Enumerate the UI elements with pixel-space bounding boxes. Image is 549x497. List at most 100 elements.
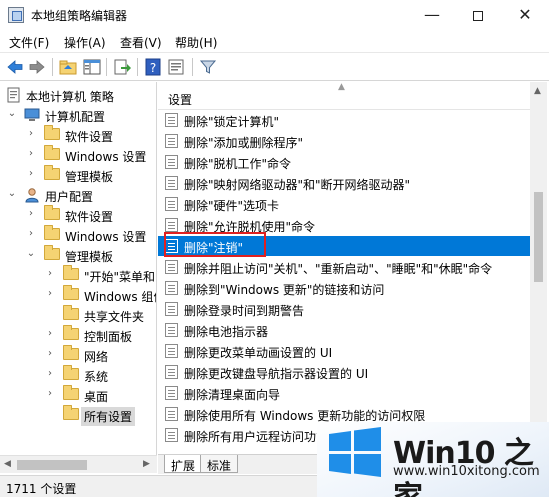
scroll-left-icon[interactable]: ◀ — [4, 459, 11, 469]
policy-row[interactable]: 删除清理桌面向导 — [158, 383, 530, 403]
policy-row[interactable]: 删除"注销" — [158, 236, 530, 256]
chevron-right-icon[interactable]: › — [45, 269, 55, 279]
chevron-down-icon[interactable]: ⌄ — [7, 189, 17, 199]
chevron-right-icon[interactable]: › — [26, 169, 36, 179]
maximize-button[interactable] — [455, 0, 501, 30]
menu-view[interactable]: 查看(V) — [120, 34, 162, 51]
tree-item-label: Windows 组件 — [84, 290, 156, 304]
back-arrow-icon[interactable] — [5, 57, 25, 77]
computer-policy-icon — [7, 87, 20, 103]
help-icon[interactable]: ? — [143, 57, 163, 77]
tab-extended[interactable]: 扩展 — [164, 455, 203, 473]
tree-item-windows-components[interactable]: › Windows 组件 — [0, 285, 156, 305]
policy-row-label: 删除并阻止访问"关机"、"重新启动"、"睡眠"和"休眠"命令 — [184, 262, 493, 276]
minimize-button[interactable]: — — [409, 0, 455, 30]
scroll-up-icon[interactable]: ▲ — [534, 86, 541, 96]
chevron-right-icon[interactable]: › — [45, 389, 55, 399]
column-header[interactable]: ▲ 设置 — [158, 82, 530, 110]
tree-item-user-admin-templates[interactable]: ⌄ 管理模板 — [0, 245, 156, 265]
policy-row[interactable]: 删除"硬件"选项卡 — [158, 194, 530, 214]
scroll-right-icon[interactable]: ▶ — [143, 459, 150, 469]
policy-row-label: 删除所有用户远程访问功能 — [184, 430, 329, 444]
tree-item-computer-config[interactable]: ⌄ 计算机配置 — [0, 105, 156, 125]
chevron-right-icon[interactable]: › — [45, 329, 55, 339]
policy-row[interactable]: 删除登录时间到期警告 — [158, 299, 530, 319]
close-button[interactable]: ✕ — [501, 0, 549, 30]
scrollbar-thumb[interactable] — [17, 460, 87, 470]
policy-row[interactable]: 删除"添加或删除程序" — [158, 131, 530, 151]
menu-action[interactable]: 操作(A) — [64, 34, 106, 51]
chevron-right-icon[interactable]: › — [26, 209, 36, 219]
chevron-down-icon[interactable]: ⌄ — [26, 249, 36, 259]
chevron-down-icon[interactable]: ⌄ — [7, 109, 17, 119]
policy-row[interactable]: 删除使用所有 Windows 更新功能的访问权限 — [158, 404, 530, 424]
policy-row-label: 删除更改键盘导航指示器设置的 UI — [184, 367, 369, 381]
menu-file[interactable]: 文件(F) — [9, 34, 49, 51]
policy-row[interactable]: 删除"允许脱机使用"命令 — [158, 215, 530, 235]
export-list-icon[interactable] — [112, 57, 132, 77]
watermark-url: www.win10xitong.com — [393, 464, 540, 479]
settings-list[interactable]: ▲ 设置 删除"锁定计算机" 删除"添加或删除程序" 删除"脱机工作"命令 删除"映射… — [158, 82, 530, 454]
chevron-right-icon[interactable]: › — [26, 149, 36, 159]
policy-row[interactable]: 删除更改菜单动画设置的 UI — [158, 341, 530, 361]
tree-item-shared-folders[interactable]: 共享文件夹 — [0, 305, 156, 325]
tree-item-user-windows-settings[interactable]: › Windows 设置 — [0, 225, 156, 245]
policy-setting-icon — [165, 218, 178, 232]
tree-item-start-menu[interactable]: › "开始"菜单和 — [0, 265, 156, 285]
properties-icon[interactable] — [166, 57, 186, 77]
tree-item-user-software-settings[interactable]: › 软件设置 — [0, 205, 156, 225]
policy-setting-icon — [165, 134, 178, 148]
tree-item-computer-software-settings[interactable]: › 软件设置 — [0, 125, 156, 145]
tree-item-label: 桌面 — [84, 390, 109, 404]
chevron-right-icon[interactable]: › — [45, 289, 55, 299]
tree-horizontal-scrollbar[interactable]: ◀ ▶ — [0, 455, 157, 473]
tree-item-label: 网络 — [84, 350, 109, 364]
policy-row[interactable]: 删除"脱机工作"命令 — [158, 152, 530, 172]
tree-item-local-computer-policy[interactable]: 本地计算机 策略 — [0, 85, 156, 105]
computer-icon — [24, 108, 40, 121]
tab-standard[interactable]: 标准 — [200, 455, 239, 473]
policy-row[interactable]: 删除并阻止访问"关机"、"重新启动"、"睡眠"和"休眠"命令 — [158, 257, 530, 277]
list-vertical-scrollbar[interactable]: ▲ — [530, 82, 547, 454]
folder-icon — [44, 145, 60, 160]
policy-row[interactable]: 删除到"Windows 更新"的链接和访问 — [158, 278, 530, 298]
folder-icon — [63, 345, 79, 360]
tree-item-all-settings[interactable]: 所有设置 — [0, 405, 156, 426]
tree-item-label: "开始"菜单和 — [84, 270, 156, 284]
policy-row[interactable]: 删除更改键盘导航指示器设置的 UI — [158, 362, 530, 382]
tree-pane[interactable]: 本地计算机 策略 ⌄ 计算机配置 › 软件设置 › Windows 设置 › 管… — [0, 82, 157, 455]
tree-item-system[interactable]: › 系统 — [0, 365, 156, 385]
tree-item-network[interactable]: › 网络 — [0, 345, 156, 365]
folder-icon — [63, 285, 79, 300]
tree-item-user-config[interactable]: ⌄ 用户配置 — [0, 185, 156, 205]
policy-row[interactable]: 删除"锁定计算机" — [158, 110, 530, 130]
tree-item-desktop[interactable]: › 桌面 — [0, 385, 156, 405]
folder-icon — [44, 125, 60, 140]
folder-icon — [44, 205, 60, 220]
tree-item-computer-windows-settings[interactable]: › Windows 设置 — [0, 145, 156, 165]
policy-setting-icon — [165, 302, 178, 316]
folder-icon — [63, 385, 79, 400]
policy-row-label: 删除电池指示器 — [184, 325, 269, 339]
tree-item-computer-admin-templates[interactable]: › 管理模板 — [0, 165, 156, 185]
policy-setting-icon — [165, 176, 178, 190]
show-hide-tree-icon[interactable] — [82, 57, 102, 77]
column-header-label: 设置 — [168, 93, 193, 107]
chevron-right-icon[interactable]: › — [26, 229, 36, 239]
policy-row[interactable]: 删除"映射网络驱动器"和"断开网络驱动器" — [158, 173, 530, 193]
forward-arrow-icon[interactable] — [27, 57, 47, 77]
chevron-right-icon[interactable]: › — [45, 369, 55, 379]
sort-up-icon: ▲ — [338, 82, 345, 92]
policy-row[interactable]: 删除电池指示器 — [158, 320, 530, 340]
tree-item-label: 管理模板 — [65, 170, 114, 184]
filter-icon[interactable] — [198, 57, 218, 77]
tree-item-control-panel[interactable]: › 控制面板 — [0, 325, 156, 345]
policy-setting-icon — [165, 323, 178, 337]
up-folder-icon[interactable] — [58, 57, 78, 77]
chevron-right-icon[interactable]: › — [45, 349, 55, 359]
scrollbar-thumb[interactable] — [534, 192, 543, 282]
chevron-right-icon[interactable]: › — [26, 129, 36, 139]
policy-row-label: 删除"添加或删除程序" — [184, 136, 304, 150]
menu-help[interactable]: 帮助(H) — [175, 34, 217, 51]
policy-setting-icon — [165, 407, 178, 421]
